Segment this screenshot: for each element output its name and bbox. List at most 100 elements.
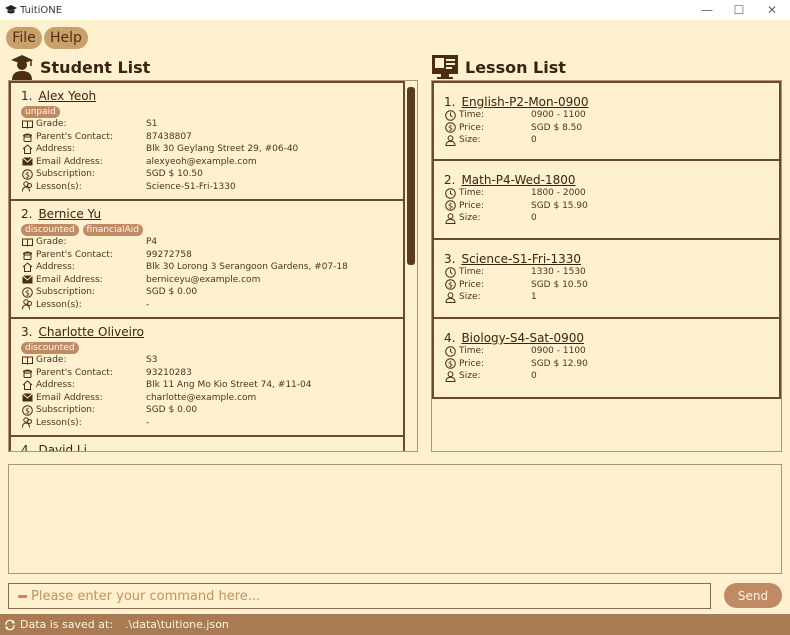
clock-icon [444,345,456,357]
lesson-card-header: 4. Biology-S4-Sat-0900 [444,331,779,345]
time-row: Time: 0900 - 1100 [444,345,779,358]
time-value: 0900 - 1100 [531,346,586,357]
svg-text:$: $ [447,202,452,211]
student-list-header: Student List [10,54,150,80]
price-value: SGD $ 15.90 [531,200,588,211]
grade-value: S1 [146,119,158,130]
command-input[interactable] [31,588,691,604]
student-list-scrollbar[interactable] [405,81,417,451]
dollar-coin-icon: $ [21,286,33,298]
home-icon [21,380,33,391]
svg-text:$: $ [447,281,452,290]
svg-text:$: $ [24,288,29,297]
grade-label: Grade: [36,119,67,130]
command-box[interactable] [8,583,711,609]
lesson-card[interactable]: 2. Math-P4-Wed-1800 Time: 1800 - 2000 $ … [432,161,781,240]
lesson-list[interactable]: 1. English-P2-Mon-0900 Time: 0900 - 1100… [431,80,782,452]
send-button[interactable]: Send [724,583,782,608]
size-row: Size: 0 [444,212,779,225]
size-label: Size: [459,292,481,303]
email-value: charlotte@example.com [146,392,257,403]
student-card-header: 4. David Li [21,443,403,451]
price-row: $ Price: SGD $ 12.90 [444,358,779,371]
contact-value: 87438807 [146,131,192,142]
book-icon [21,237,33,248]
lesson-index: 1. [444,95,456,109]
tag-badge: unpaid [21,106,60,118]
lesson-card[interactable]: 4. Biology-S4-Sat-0900 Time: 0900 - 1100… [432,319,781,399]
envelope-icon [21,156,33,167]
student-card[interactable]: 3. Charlotte Oliveiro discounted Grade: … [9,319,405,437]
student-card[interactable]: 4. David Li [9,437,405,451]
time-value: 1800 - 2000 [531,188,586,199]
student-tags: discounted financialAid [21,224,403,236]
lessons-label: Lesson(s): [36,299,82,310]
lesson-index: 4. [444,331,456,345]
student-card[interactable]: 1. Alex Yeoh unpaid Grade: S1 Parent's C… [9,81,405,201]
minimize-button[interactable]: — [690,0,724,20]
student-index: 1. [21,89,33,103]
student-name: Bernice Yu [38,207,102,221]
scrollbar-thumb[interactable] [407,87,415,265]
student-list-title: Student List [40,57,151,77]
subscription-label: Subscription: [36,169,95,180]
lessons-label: Lesson(s): [36,181,82,192]
size-row: Size: 0 [444,370,779,383]
price-row: $ Price: SGD $ 15.90 [444,200,779,213]
tag-badge: financialAid [82,224,143,236]
subscription-value: SGD $ 10.50 [146,169,203,180]
lessons-value: - [146,417,150,428]
grade-label: Grade: [36,355,67,366]
subscription-row: $ Subscription: SGD $ 10.50 [21,168,403,181]
contact-label: Parent's Contact: [36,249,113,260]
command-prompt-icon [18,594,27,598]
address-row: Address: Blk 11 Ang Mo Kio Street 74, #1… [21,379,403,392]
lesson-list-title: Lesson List [465,57,566,77]
size-row: Size: 1 [444,291,779,304]
dollar-coin-icon: $ [444,358,456,370]
person-icon [444,292,456,303]
file-menu[interactable]: File [6,27,42,49]
lesson-list-header: Lesson List [431,54,566,80]
price-value: SGD $ 8.50 [531,122,583,133]
student-index: 3. [21,325,33,339]
address-value: Blk 11 Ang Mo Kio Street 74, #11-04 [146,380,312,391]
help-menu[interactable]: Help [44,27,88,49]
contact-value: 93210283 [146,367,192,378]
address-label: Address: [36,144,75,155]
lessons-value: Science-S1-Fri-1330 [146,181,236,192]
result-display [8,464,782,574]
email-row: Email Address: berniceyu@example.com [21,274,403,287]
time-label: Time: [459,188,485,199]
subscription-value: SGD $ 0.00 [146,405,198,416]
price-label: Price: [459,200,484,211]
clock-icon [444,187,456,199]
price-label: Price: [459,279,484,290]
time-label: Time: [459,110,485,121]
close-button[interactable]: ✕ [755,0,789,20]
student-card[interactable]: 2. Bernice Yu discounted financialAid Gr… [9,201,405,319]
price-label: Price: [459,358,484,369]
lessons-row: Lesson(s): - [21,417,403,430]
subscription-value: SGD $ 0.00 [146,287,198,298]
tag-badge: discounted [21,342,79,354]
lesson-card[interactable]: 1. English-P2-Mon-0900 Time: 0900 - 1100… [432,81,781,161]
title-bar: TuitiONE — ☐ ✕ [0,0,790,20]
contact-row: Parent's Contact: 99272758 [21,249,403,262]
email-label: Email Address: [36,392,103,403]
lesson-name: Math-P4-Wed-1800 [461,173,576,187]
size-value: 0 [531,371,537,382]
home-icon [21,262,33,273]
size-row: Size: 0 [444,134,779,147]
dollar-coin-icon: $ [444,122,456,134]
maximize-button[interactable]: ☐ [722,0,756,20]
student-tags: discounted [21,342,403,354]
time-value: 1330 - 1530 [531,267,586,278]
grade-row: Grade: S1 [21,118,403,131]
lesson-card[interactable]: 3. Science-S1-Fri-1330 Time: 1330 - 1530… [432,240,781,319]
save-location-label: Data is saved at: [20,618,114,631]
student-list[interactable]: 1. Alex Yeoh unpaid Grade: S1 Parent's C… [8,80,418,452]
lesson-card-header: 2. Math-P4-Wed-1800 [444,173,779,187]
time-row: Time: 0900 - 1100 [444,109,779,122]
save-location-path: .\data\tuitione.json [125,618,229,631]
